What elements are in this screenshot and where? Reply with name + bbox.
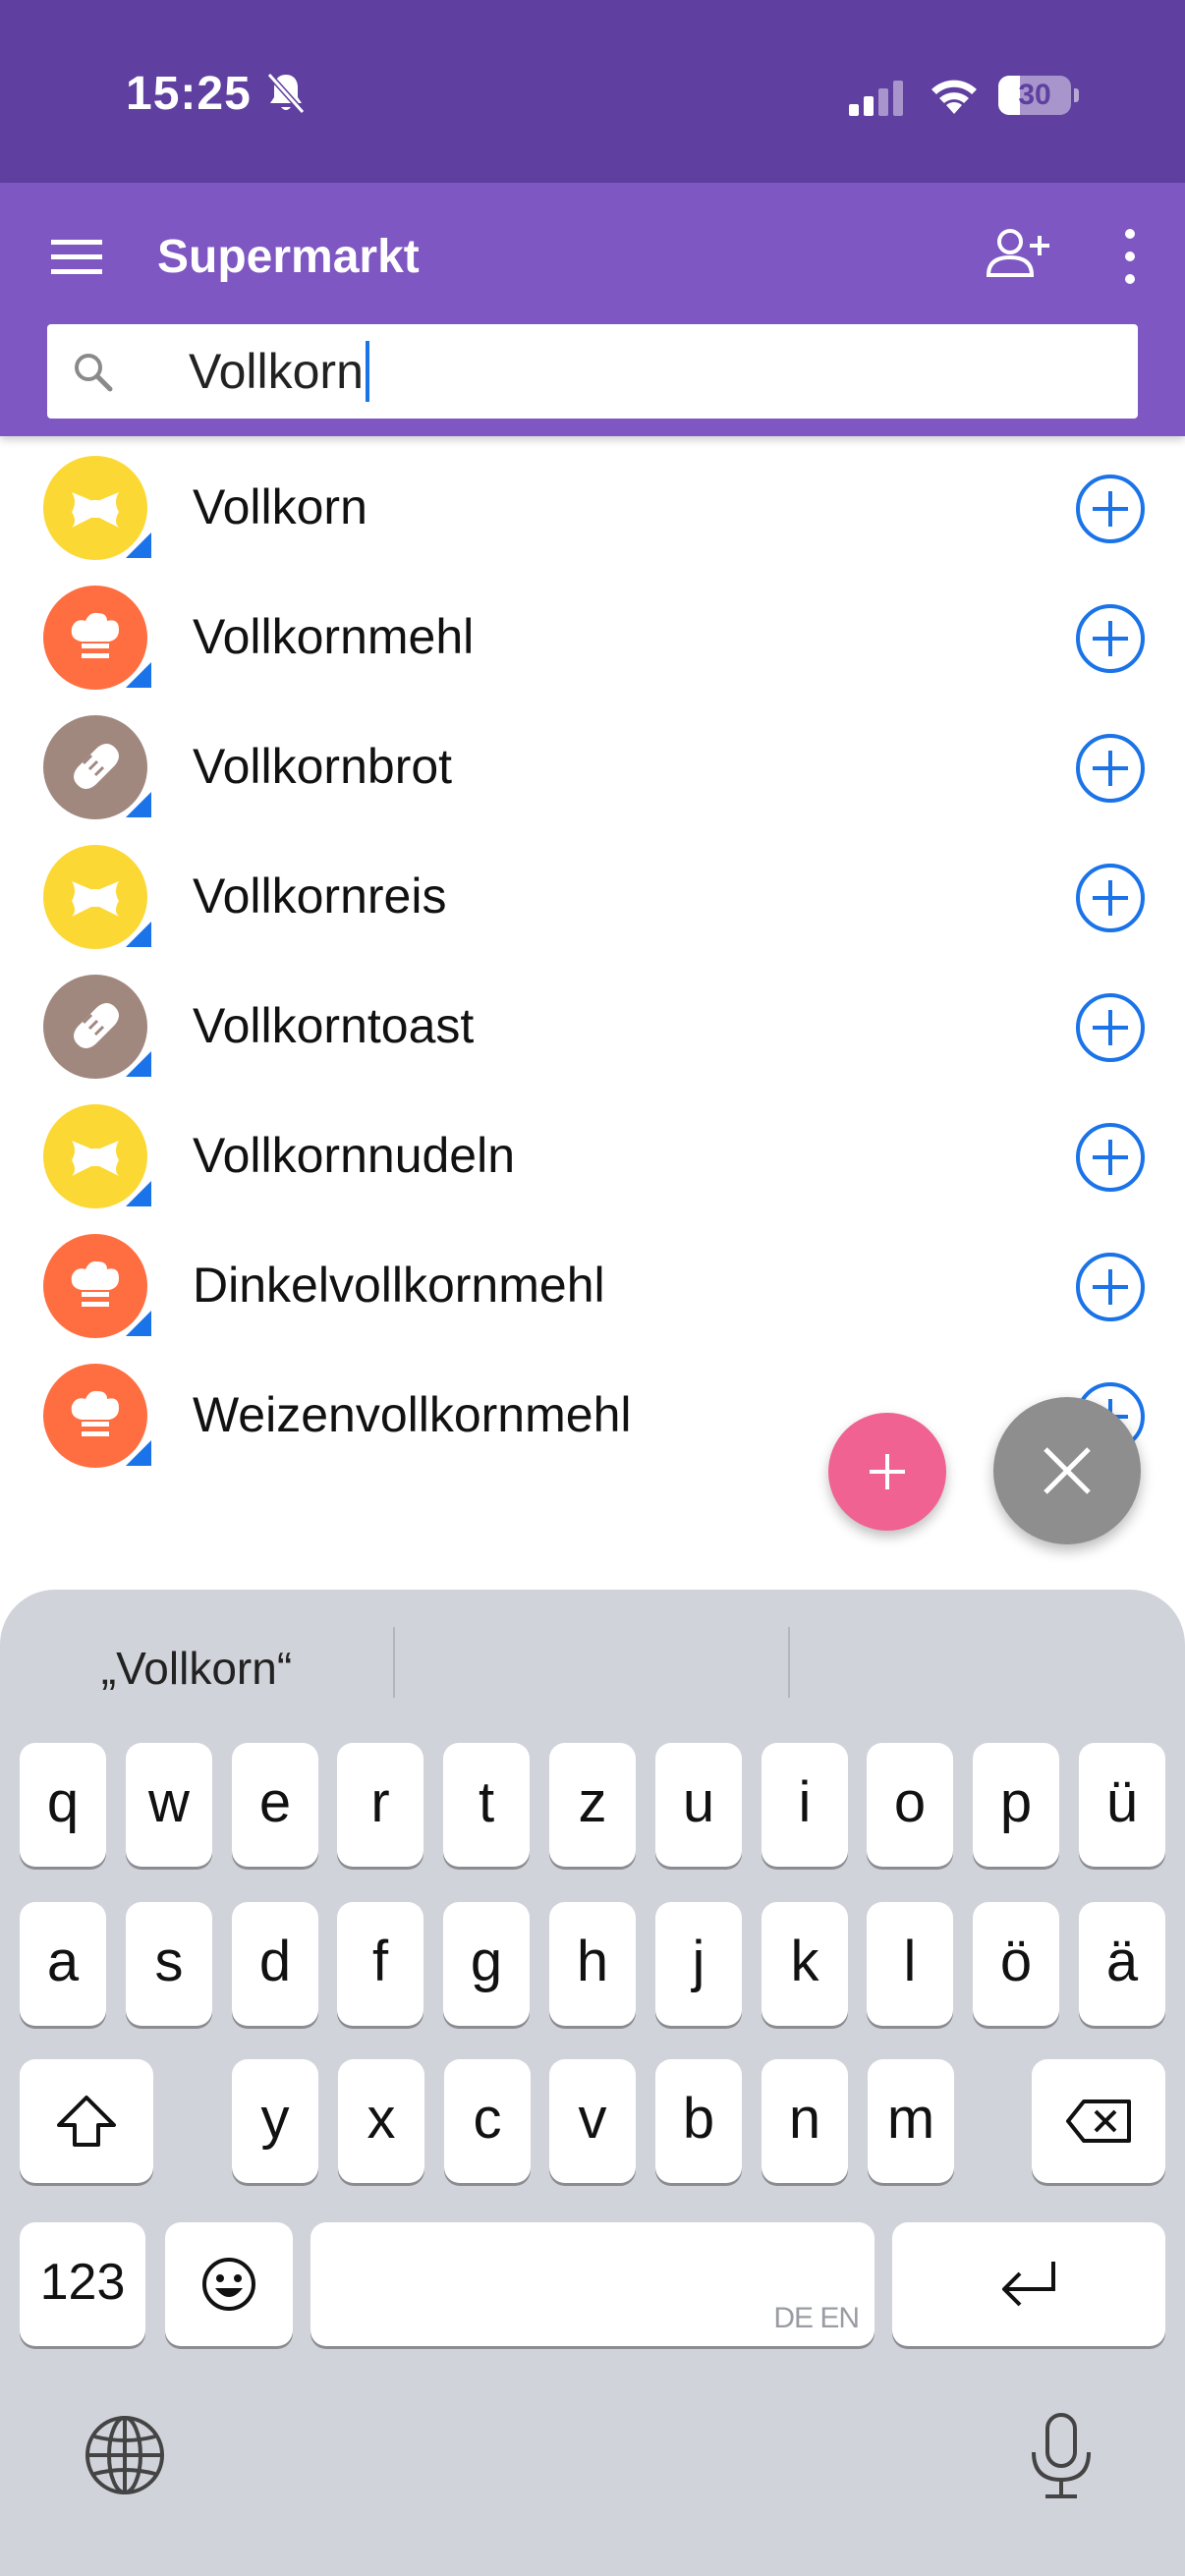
suggestion-divider <box>788 1627 790 1698</box>
list-item[interactable]: Vollkorntoast <box>0 961 1185 1091</box>
corner-badge-icon <box>126 1181 151 1206</box>
battery-level: 30 <box>1018 79 1051 111</box>
search-icon <box>75 354 113 392</box>
add-circle-icon[interactable] <box>1075 733 1146 804</box>
backspace-icon <box>1066 2100 1131 2143</box>
item-label: Vollkornreis <box>193 868 447 924</box>
add-item-fab[interactable] <box>828 1413 946 1531</box>
key-m[interactable]: m <box>868 2059 954 2183</box>
add-person-icon[interactable] <box>981 218 1053 291</box>
app-bar: Supermarkt Vollkorn <box>0 183 1185 436</box>
add-circle-icon[interactable] <box>1075 1122 1146 1193</box>
space-key[interactable]: DE EN <box>310 2222 875 2346</box>
list-item[interactable]: Vollkornnudeln <box>0 1091 1185 1220</box>
onscreen-keyboard: „Vollkorn“ qwertzuiopü asdfghjklöä yxcvbnm… <box>0 1590 1185 2576</box>
text-cursor <box>365 341 369 402</box>
item-label: Weizenvollkornmehl <box>193 1387 632 1442</box>
hamburger-menu-icon[interactable] <box>49 232 104 281</box>
item-label: Vollkornbrot <box>193 739 453 794</box>
key-p[interactable]: p <box>973 1743 1059 1867</box>
keyboard-suggestion[interactable]: „Vollkorn“ <box>39 1629 354 1708</box>
emoji-icon <box>202 2258 255 2311</box>
keyboard-language-label: DE EN <box>773 2302 860 2334</box>
more-vert-icon[interactable] <box>1108 222 1152 291</box>
list-item[interactable]: Vollkorn <box>0 442 1185 572</box>
key-y[interactable]: y <box>232 2059 318 2183</box>
microphone-icon[interactable] <box>1022 2411 1100 2501</box>
corner-badge-icon <box>126 532 151 558</box>
keyboard-suggestion[interactable] <box>798 1629 1152 1708</box>
wifi-icon <box>931 80 977 114</box>
add-circle-icon[interactable] <box>1075 863 1146 933</box>
key-j[interactable]: j <box>655 1902 742 2026</box>
globe-icon[interactable] <box>83 2413 167 2497</box>
item-label: Dinkelvollkornmehl <box>193 1258 605 1313</box>
key-c[interactable]: c <box>444 2059 531 2183</box>
keyboard-suggestion[interactable] <box>403 1629 776 1708</box>
key-t[interactable]: t <box>443 1743 530 1867</box>
key-l[interactable]: l <box>867 1902 953 2026</box>
page-title: Supermarkt <box>157 231 420 283</box>
close-icon <box>1044 1447 1091 1494</box>
key-f[interactable]: f <box>337 1902 423 2026</box>
key-h[interactable]: h <box>549 1902 636 2026</box>
corner-badge-icon <box>126 922 151 947</box>
suggestion-divider <box>393 1627 395 1698</box>
status-time: 15:25 <box>126 68 252 120</box>
corner-badge-icon <box>126 662 151 688</box>
return-key[interactable] <box>892 2222 1165 2346</box>
item-label: Vollkorntoast <box>193 998 475 1053</box>
key-ü[interactable]: ü <box>1079 1743 1165 1867</box>
key-o[interactable]: o <box>867 1743 953 1867</box>
corner-badge-icon <box>126 1440 151 1466</box>
list-item[interactable]: Vollkornbrot <box>0 701 1185 831</box>
key-a[interactable]: a <box>20 1902 106 2026</box>
key-g[interactable]: g <box>443 1902 530 2026</box>
emoji-key[interactable] <box>165 2222 293 2346</box>
item-label: Vollkornnudeln <box>193 1128 516 1183</box>
add-circle-icon[interactable] <box>1075 474 1146 544</box>
corner-badge-icon <box>126 1311 151 1336</box>
status-bar: 15:25 30 <box>0 0 1185 183</box>
return-arrow-icon <box>1002 2262 1055 2307</box>
key-r[interactable]: r <box>337 1743 423 1867</box>
key-x[interactable]: x <box>338 2059 424 2183</box>
key-u[interactable]: u <box>655 1743 742 1867</box>
add-circle-icon[interactable] <box>1075 992 1146 1063</box>
numbers-key[interactable]: 123 <box>20 2222 145 2346</box>
close-search-fab[interactable] <box>993 1397 1141 1544</box>
key-z[interactable]: z <box>549 1743 636 1867</box>
search-input[interactable]: Vollkorn <box>189 324 369 419</box>
list-item[interactable]: Dinkelvollkornmehl <box>0 1220 1185 1350</box>
key-d[interactable]: d <box>232 1902 318 2026</box>
search-box[interactable]: Vollkorn <box>47 324 1138 419</box>
key-ö[interactable]: ö <box>973 1902 1059 2026</box>
shift-arrow-icon <box>57 2096 116 2147</box>
key-q[interactable]: q <box>20 1743 106 1867</box>
corner-badge-icon <box>126 1051 151 1077</box>
key-w[interactable]: w <box>126 1743 212 1867</box>
key-s[interactable]: s <box>126 1902 212 2026</box>
add-circle-icon[interactable] <box>1075 1252 1146 1322</box>
key-n[interactable]: n <box>762 2059 848 2183</box>
cellular-signal-icon <box>849 81 903 116</box>
battery-indicator: 30 <box>998 76 1079 115</box>
key-i[interactable]: i <box>762 1743 848 1867</box>
add-circle-icon[interactable] <box>1075 603 1146 674</box>
bell-muted-icon <box>266 72 306 115</box>
key-v[interactable]: v <box>549 2059 636 2183</box>
key-b[interactable]: b <box>655 2059 742 2183</box>
shift-key[interactable] <box>20 2059 153 2183</box>
backspace-key[interactable] <box>1032 2059 1165 2183</box>
item-label: Vollkorn <box>193 479 367 534</box>
item-label: Vollkornmehl <box>193 609 475 664</box>
corner-badge-icon <box>126 792 151 817</box>
plus-icon <box>870 1454 905 1489</box>
key-ä[interactable]: ä <box>1079 1902 1165 2026</box>
list-item[interactable]: Vollkornmehl <box>0 572 1185 701</box>
list-item[interactable]: Vollkornreis <box>0 831 1185 961</box>
key-k[interactable]: k <box>762 1902 848 2026</box>
key-e[interactable]: e <box>232 1743 318 1867</box>
